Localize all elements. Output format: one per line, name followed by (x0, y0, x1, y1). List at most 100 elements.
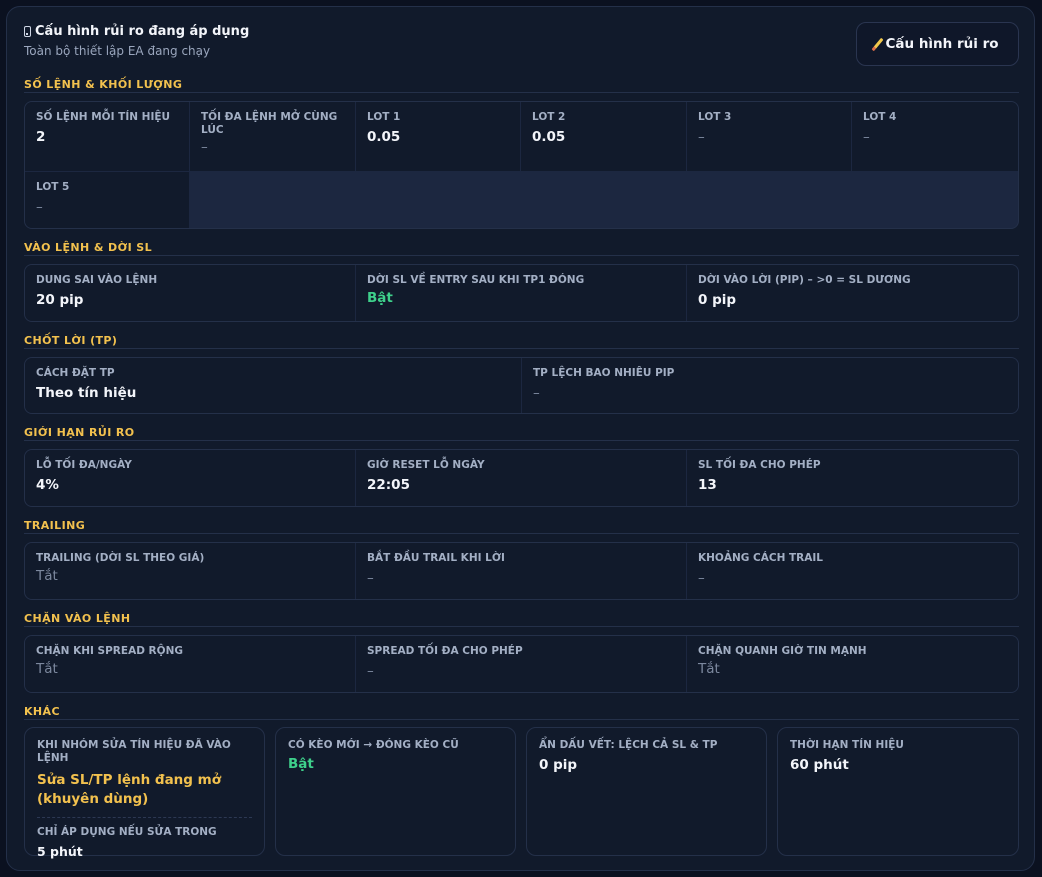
setting-lot-4: LOT 4 – (852, 102, 1018, 171)
setting-label: ẨN DẤU VẾT: LỆCH CẢ SL & TP (539, 739, 718, 751)
setting-value: 0.05 (532, 129, 566, 145)
setting-label: SPREAD TỐI ĐA CHO PHÉP (367, 645, 523, 657)
setting-value: – (533, 385, 540, 401)
pencil-icon (872, 37, 884, 51)
setting-label: LOT 3 (698, 111, 732, 123)
risk-config-button-label: Cấu hình rủi ro (885, 36, 999, 52)
setting-lot-1: LOT 1 0.05 (356, 102, 520, 171)
setting-hide-trace: ẨN DẤU VẾT: LỆCH CẢ SL & TP 0 pip (526, 727, 767, 856)
setting-label: CHẶN QUANH GIỜ TIN MẠNH (698, 645, 867, 657)
setting-value: 60 phút (790, 757, 849, 773)
setting-label: THỜI HẠN TÍN HIỆU (790, 739, 904, 751)
setting-value: – (367, 570, 374, 586)
setting-daily-reset-time: GIỜ RESET LỖ NGÀY 22:05 (356, 450, 686, 506)
setting-label: LOT 5 (36, 181, 70, 193)
entry-grid: DUNG SAI VÀO LỆNH 20 pip DỜI SL VỀ ENTRY… (24, 264, 1019, 322)
setting-block-news: CHẶN QUANH GIỜ TIN MẠNH Tắt (687, 636, 1018, 692)
setting-value: 0.05 (367, 129, 401, 145)
setting-max-daily-loss: LỖ TỐI ĐA/NGÀY 4% (25, 450, 355, 506)
setting-value: Tắt (36, 661, 58, 677)
setting-signal-expiry: THỜI HẠN TÍN HIỆU 60 phút (777, 727, 1019, 856)
setting-value: Sửa SL/TP lệnh đang mở (khuyên dùng) (37, 772, 221, 807)
setting-label: CÁCH ĐẶT TP (36, 367, 115, 379)
setting-max-spread: SPREAD TỐI ĐA CHO PHÉP – (356, 636, 686, 692)
section-title-entry: VÀO LỆNH & DỜI SL (24, 241, 1019, 256)
setting-max-open-orders: TỐI ĐA LỆNH MỞ CÙNG LÚC – (190, 102, 355, 171)
setting-value: Theo tín hiệu (36, 385, 137, 401)
setting-label: DUNG SAI VÀO LỆNH (36, 274, 158, 286)
setting-value: 22:05 (367, 477, 410, 493)
setting-label: LỖ TỐI ĐA/NGÀY (36, 459, 132, 471)
setting-value: 20 pip (36, 292, 84, 308)
setting-label: DỜI SL VỀ ENTRY SAU KHI TP1 ĐÓNG (367, 274, 585, 286)
setting-sub-label: CHỈ ÁP DỤNG NẾU SỬA TRONG (37, 826, 217, 838)
risk-config-button[interactable]: Cấu hình rủi ro (856, 22, 1019, 66)
setting-label: LOT 1 (367, 111, 401, 123)
block-grid: CHẶN KHI SPREAD RỘNG Tắt SPREAD TỐI ĐA C… (24, 635, 1019, 693)
lots-grid: SỐ LỆNH MỖI TÍN HIỆU 2 TỐI ĐA LỆNH MỞ CÙ… (24, 101, 1019, 229)
panel-header: Cấu hình rủi ro đang áp dụng Toàn bộ thi… (24, 24, 249, 58)
panel-title-text: Cấu hình rủi ro đang áp dụng (35, 24, 250, 39)
setting-signals-per-order: SỐ LỆNH MỖI TÍN HIỆU 2 (25, 102, 189, 171)
setting-label: LOT 2 (532, 111, 566, 123)
setting-trail-distance: KHOẢNG CÁCH TRAIL – (687, 543, 1018, 599)
panel-subtitle: Toàn bộ thiết lập EA đang chạy (24, 44, 211, 58)
setting-value: 2 (36, 129, 46, 145)
section-title-lots: SỐ LỆNH & KHỐI LƯỢNG (24, 78, 1019, 93)
setting-label: SL TỐI ĐA CHO PHÉP (698, 459, 821, 471)
setting-value: – (367, 663, 374, 679)
setting-label: TP LỆCH BAO NHIÊU PIP (533, 367, 675, 379)
setting-value: 0 pip (698, 292, 737, 308)
setting-value: 4% (36, 477, 59, 493)
setting-move-to-profit: DỜI VÀO LỜI (PIP) – >0 = SL DƯƠNG 0 pip (687, 265, 1018, 321)
setting-value: 13 (698, 477, 717, 493)
tp-grid: CÁCH ĐẶT TP Theo tín hiệu TP LỆCH BAO NH… (24, 357, 1019, 414)
setting-label: KHOẢNG CÁCH TRAIL (698, 552, 823, 564)
setting-label: GIỜ RESET LỖ NGÀY (367, 459, 485, 471)
setting-value: – (201, 139, 208, 155)
setting-value: – (698, 570, 705, 586)
phone-icon (24, 26, 31, 37)
setting-value: Bật (367, 290, 393, 306)
setting-signal-edit-behavior: KHI NHÓM SỬA TÍN HIỆU ĐÃ VÀO LỆNH Sửa SL… (24, 727, 265, 859)
setting-value: – (863, 129, 870, 145)
setting-block-wide-spread: CHẶN KHI SPREAD RỘNG Tắt (25, 636, 355, 692)
setting-label: KHI NHÓM SỬA TÍN HIỆU ĐÃ VÀO LỆNH (37, 739, 231, 764)
setting-label: BẮT ĐẦU TRAIL KHI LỜI (367, 552, 505, 564)
setting-label: TRAILING (DỜI SL THEO GIÁ) (36, 552, 205, 564)
setting-max-sl: SL TỐI ĐA CHO PHÉP 13 (687, 450, 1018, 506)
setting-sub-value: 5 phút (37, 844, 83, 859)
setting-value: Tắt (698, 661, 720, 677)
setting-lot-3: LOT 3 – (687, 102, 851, 171)
trailing-grid: TRAILING (DỜI SL THEO GIÁ) Tắt BẮT ĐẦU T… (24, 542, 1019, 600)
setting-value: 0 pip (539, 757, 578, 773)
setting-value: – (36, 199, 43, 215)
setting-label: LOT 4 (863, 111, 897, 123)
section-title-risk: GIỚI HẠN RỦI RO (24, 426, 1019, 441)
setting-label: SỐ LỆNH MỖI TÍN HIỆU (36, 111, 171, 123)
setting-move-sl-to-entry: DỜI SL VỀ ENTRY SAU KHI TP1 ĐÓNG Bật (356, 265, 686, 321)
setting-label: TỐI ĐA LỆNH MỞ CÙNG LÚC (201, 111, 338, 136)
setting-label: DỜI VÀO LỜI (PIP) – >0 = SL DƯƠNG (698, 274, 911, 286)
risk-config-panel: Cấu hình rủi ro đang áp dụng Toàn bộ thi… (6, 6, 1035, 871)
setting-trailing: TRAILING (DỜI SL THEO GIÁ) Tắt (25, 543, 355, 599)
setting-lot-2: LOT 2 0.05 (521, 102, 686, 171)
setting-value: – (698, 129, 705, 145)
section-title-trailing: TRAILING (24, 519, 1019, 534)
panel-title: Cấu hình rủi ro đang áp dụng (24, 24, 249, 39)
setting-entry-tolerance: DUNG SAI VÀO LỆNH 20 pip (25, 265, 355, 321)
setting-value: Tắt (36, 568, 58, 584)
section-title-tp: CHỐT LỜI (TP) (24, 334, 1019, 349)
setting-value: Bật (288, 756, 314, 772)
risk-grid: LỖ TỐI ĐA/NGÀY 4% GIỜ RESET LỖ NGÀY 22:0… (24, 449, 1019, 507)
setting-tp-method: CÁCH ĐẶT TP Theo tín hiệu (25, 358, 521, 413)
setting-tp-offset: TP LỆCH BAO NHIÊU PIP – (522, 358, 1018, 413)
section-title-other: KHÁC (24, 705, 1019, 720)
setting-label: CÓ KÈO MỚI → ĐÓNG KÈO CŨ (288, 739, 459, 751)
setting-new-signal-close-old: CÓ KÈO MỚI → ĐÓNG KÈO CŨ Bật (275, 727, 516, 856)
card-divider (37, 817, 252, 818)
setting-label: CHẶN KHI SPREAD RỘNG (36, 645, 183, 657)
setting-trail-start: BẮT ĐẦU TRAIL KHI LỜI – (356, 543, 686, 599)
section-title-block: CHẶN VÀO LỆNH (24, 612, 1019, 627)
setting-lot-5: LOT 5 – (25, 172, 189, 228)
